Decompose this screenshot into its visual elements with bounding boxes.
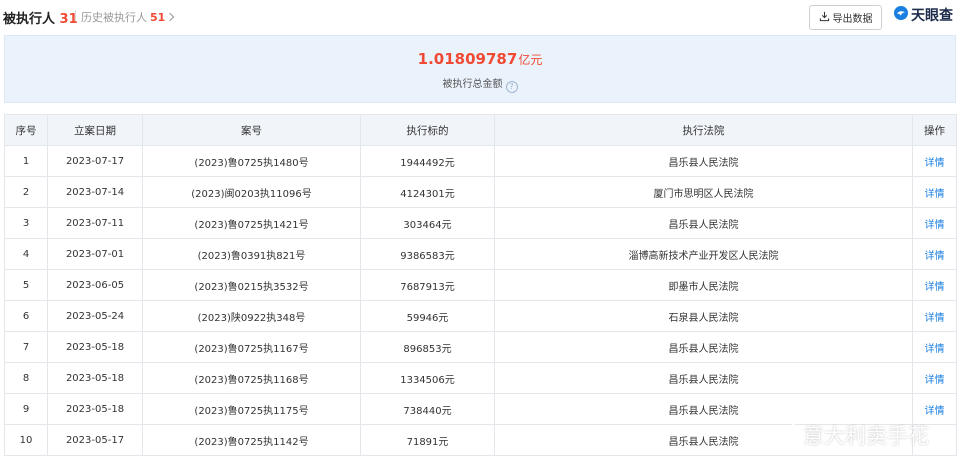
- table-row: 5 2023-06-05 (2023)鲁0215执3532号 7687913元 …: [4, 269, 957, 301]
- row-no: 6: [4, 300, 48, 332]
- table-row: 3 2023-07-11 (2023)鲁0725执1421号 303464元 昌…: [4, 207, 957, 239]
- row-date: 2023-05-17: [47, 424, 143, 456]
- row-court: 昌乐县人民法院: [494, 207, 913, 239]
- row-amount: 9386583元: [360, 238, 495, 270]
- row-no: 5: [4, 269, 48, 301]
- row-date: 2023-07-01: [47, 238, 143, 270]
- row-date: 2023-07-14: [47, 176, 143, 208]
- logo-text: 天眼查: [911, 8, 953, 24]
- col-header-action: 操作: [912, 114, 957, 146]
- row-court: 石泉县人民法院: [494, 300, 913, 332]
- download-icon: [819, 11, 830, 25]
- row-no: 9: [4, 393, 48, 425]
- table-row: 1 2023-07-17 (2023)鲁0725执1480号 1944492元 …: [4, 145, 957, 177]
- total-amount-unit: 亿元: [518, 53, 543, 67]
- row-court: 昌乐县人民法院: [494, 362, 913, 394]
- row-case-no: (2023)鲁0725执1142号: [142, 424, 361, 456]
- row-no: 1: [4, 145, 48, 177]
- details-link[interactable]: 详情: [912, 145, 957, 177]
- row-amount: 7687913元: [360, 269, 495, 301]
- table-row: 7 2023-05-18 (2023)鲁0725执1167号 896853元 昌…: [4, 331, 957, 363]
- table-row: 4 2023-07-01 (2023)鲁0391执821号 9386583元 淄…: [4, 238, 957, 270]
- total-amount-value: 1.01809787亿元: [5, 50, 955, 68]
- row-date: 2023-05-24: [47, 300, 143, 332]
- row-case-no: (2023)鲁0725执1167号: [142, 331, 361, 363]
- tab-historical-count: 51: [150, 11, 166, 24]
- row-amount: 1944492元: [360, 145, 495, 177]
- tab-divider: [75, 10, 76, 21]
- row-case-no: (2023)鲁0391执821号: [142, 238, 361, 270]
- question-circle-icon[interactable]: ?: [505, 81, 518, 93]
- row-case-no: (2023)鲁0725执1421号: [142, 207, 361, 239]
- details-link[interactable]: 详情: [912, 238, 957, 270]
- row-case-no: (2023)闽0203执11096号: [142, 176, 361, 208]
- row-no: 8: [4, 362, 48, 394]
- row-no: 2: [4, 176, 48, 208]
- table-header-row: 序号 立案日期 案号 执行标的 执行法院 操作: [4, 114, 957, 146]
- row-amount: 1334506元: [360, 362, 495, 394]
- total-amount-number: 1.01809787: [417, 50, 518, 68]
- details-link[interactable]: 详情: [912, 176, 957, 208]
- col-header-case-no: 案号: [142, 114, 361, 146]
- row-date: 2023-05-18: [47, 393, 143, 425]
- col-header-date: 立案日期: [47, 114, 143, 146]
- row-amount: 738440元: [360, 393, 495, 425]
- row-date: 2023-07-11: [47, 207, 143, 239]
- row-date: 2023-06-05: [47, 269, 143, 301]
- row-amount: 71891元: [360, 424, 495, 456]
- row-date: 2023-05-18: [47, 331, 143, 363]
- row-case-no: (2023)鲁0725执1175号: [142, 393, 361, 425]
- watermark-text: 意大利卖手花: [803, 423, 929, 448]
- row-date: 2023-05-18: [47, 362, 143, 394]
- row-amount: 896853元: [360, 331, 495, 363]
- row-no: 10: [4, 424, 48, 456]
- tab-executed-person-label: 被执行人: [3, 12, 56, 27]
- table-row: 6 2023-05-24 (2023)陕0922执348号 59946元 石泉县…: [4, 300, 957, 332]
- row-no: 7: [4, 331, 48, 363]
- tab-historical-label: 历史被执行人: [81, 11, 147, 24]
- table-row: 2 2023-07-14 (2023)闽0203执11096号 4124301元…: [4, 176, 957, 208]
- export-data-label: 导出数据: [832, 14, 873, 25]
- details-link[interactable]: 详情: [912, 300, 957, 332]
- total-amount-label: 被执行总金额?: [5, 75, 955, 93]
- tab-executed-person[interactable]: 被执行人 31: [3, 8, 78, 27]
- row-court: 淄博高新技术产业开发区人民法院: [494, 238, 913, 270]
- row-court: 昌乐县人民法院: [494, 145, 913, 177]
- row-case-no: (2023)鲁0725执1168号: [142, 362, 361, 394]
- row-no: 4: [4, 238, 48, 270]
- details-link[interactable]: 详情: [912, 362, 957, 394]
- row-date: 2023-07-17: [47, 145, 143, 177]
- row-amount: 4124301元: [360, 176, 495, 208]
- chevron-right-icon: [166, 12, 175, 22]
- details-link[interactable]: 详情: [912, 331, 957, 363]
- col-header-amount: 执行标的: [360, 114, 495, 146]
- col-header-no: 序号: [4, 114, 48, 146]
- col-header-court: 执行法院: [494, 114, 913, 146]
- row-court: 厦门市思明区人民法院: [494, 176, 913, 208]
- total-amount-summary: 1.01809787亿元 被执行总金额?: [4, 35, 956, 103]
- details-link[interactable]: 详情: [912, 207, 957, 239]
- row-case-no: (2023)陕0922执348号: [142, 300, 361, 332]
- row-case-no: (2023)鲁0725执1480号: [142, 145, 361, 177]
- executed-person-table: 序号 立案日期 案号 执行标的 执行法院 操作 1 2023-07-17 (20…: [4, 114, 957, 456]
- row-amount: 59946元: [360, 300, 495, 332]
- total-amount-label-text: 被执行总金额: [442, 79, 503, 90]
- row-amount: 303464元: [360, 207, 495, 239]
- export-data-button[interactable]: 导出数据: [809, 5, 882, 30]
- tab-historical-executed-person[interactable]: 历史被执行人 51: [81, 9, 175, 25]
- row-no: 3: [4, 207, 48, 239]
- weibo-watermark: 意大利卖手花: [765, 418, 929, 451]
- tianyancha-logo-icon: [893, 5, 909, 25]
- top-bar: 被执行人 31 历史被执行人 51 导出数据 天眼查: [0, 0, 960, 32]
- details-link[interactable]: 详情: [912, 269, 957, 301]
- table-row: 8 2023-05-18 (2023)鲁0725执1168号 1334506元 …: [4, 362, 957, 394]
- weibo-logo-icon: [765, 418, 799, 451]
- row-court: 昌乐县人民法院: [494, 331, 913, 363]
- row-case-no: (2023)鲁0215执3532号: [142, 269, 361, 301]
- tianyancha-logo[interactable]: 天眼查: [893, 5, 953, 25]
- row-court: 即墨市人民法院: [494, 269, 913, 301]
